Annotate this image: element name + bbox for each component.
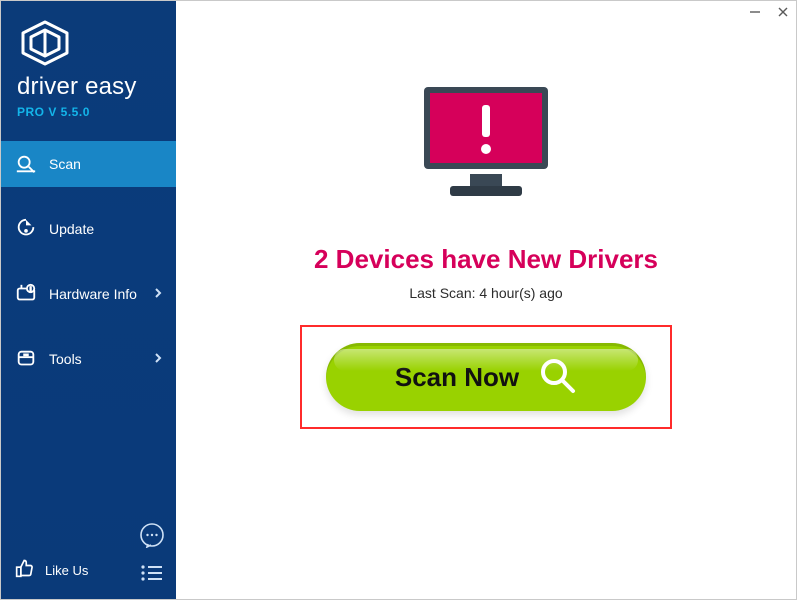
sidebar-item-label: Tools [49, 351, 82, 367]
version-label: PRO V 5.5.0 [17, 105, 160, 119]
sidebar-item-label: Scan [49, 156, 81, 172]
scan-icon [15, 153, 37, 175]
sidebar-item-hardware-info[interactable]: i Hardware Info [1, 271, 176, 317]
like-us-label: Like Us [45, 563, 88, 578]
sidebar-item-tools[interactable]: Tools [1, 336, 176, 382]
alert-monitor-icon [406, 79, 566, 214]
like-us-button[interactable]: Like Us [15, 558, 88, 583]
search-icon [537, 355, 577, 400]
logo-block: driver easy PRO V 5.5.0 [1, 1, 176, 133]
brand-name: driver easy [17, 73, 160, 101]
sidebar-nav: Scan Update i [1, 141, 176, 401]
feedback-icon[interactable] [138, 521, 166, 549]
hardware-info-icon: i [15, 283, 37, 305]
scan-button-highlight: Scan Now [300, 325, 672, 429]
chevron-right-icon [154, 286, 162, 302]
sidebar-item-update[interactable]: Update [1, 206, 176, 252]
scan-now-button[interactable]: Scan Now [326, 343, 646, 411]
sidebar: driver easy PRO V 5.5.0 Scan [1, 1, 176, 599]
app-window: driver easy PRO V 5.5.0 Scan [0, 0, 797, 600]
sidebar-utility-icons [138, 521, 166, 587]
sidebar-item-label: Update [49, 221, 94, 237]
sidebar-item-label: Hardware Info [49, 286, 137, 302]
scan-now-label: Scan Now [395, 362, 519, 393]
main-panel: 2 Devices have New Drivers Last Scan: 4 … [176, 1, 796, 599]
last-scan-label: Last Scan: 4 hour(s) ago [409, 285, 562, 301]
status-title: 2 Devices have New Drivers [314, 244, 658, 275]
update-icon [15, 218, 37, 240]
menu-list-icon[interactable] [138, 559, 166, 587]
chevron-right-icon [154, 351, 162, 367]
svg-text:i: i [30, 287, 31, 293]
tools-icon [15, 348, 37, 370]
brand-logo-icon [17, 19, 73, 67]
sidebar-item-scan[interactable]: Scan [1, 141, 176, 187]
thumbs-up-icon [15, 558, 35, 583]
